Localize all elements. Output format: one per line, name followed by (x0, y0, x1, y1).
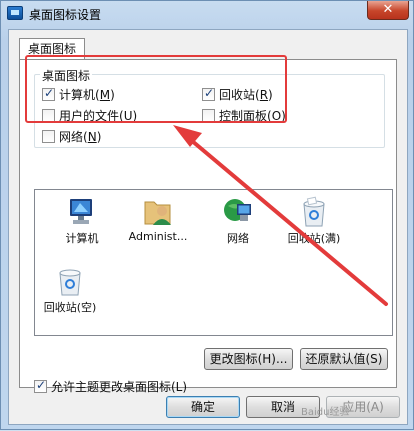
network-label: 网络 (227, 232, 249, 245)
administrator-label: Administ... (128, 230, 188, 243)
computer-icon (66, 196, 98, 228)
recycle-bin-empty-icon (54, 265, 86, 297)
checkbox-network[interactable]: 网络(N) (42, 128, 101, 145)
recycle-bin-full-label: 回收站(满) (287, 232, 341, 245)
list-item-recycle-bin-full[interactable]: 回收站(满) (279, 196, 349, 246)
checkbox-network-label: 网络 (59, 130, 84, 144)
unchecked-box-icon[interactable] (42, 130, 55, 143)
icon-list-view[interactable]: 计算机 Administ... 网络 回收站(满) 回收站(空) (34, 189, 393, 336)
list-item-administrator[interactable]: Administ... (123, 196, 193, 243)
annotation-highlight-box (25, 55, 287, 123)
window-title: 桌面图标设置 (29, 8, 102, 22)
recycle-bin-full-icon (298, 196, 330, 228)
ok-button[interactable]: 确定 (166, 396, 240, 418)
close-button[interactable]: ✕ (367, 1, 409, 20)
change-icon-button[interactable]: 更改图标(H)... (204, 348, 293, 370)
allow-themes-label: 允许主题更改桌面图标(L) (51, 380, 188, 394)
computer-label: 计算机 (65, 232, 99, 245)
recycle-bin-empty-label: 回收站(空) (43, 301, 97, 314)
checkbox-allow-themes[interactable]: 允许主题更改桌面图标(L) (34, 378, 187, 395)
check-icon[interactable] (34, 378, 47, 393)
list-item-recycle-bin-empty[interactable]: 回收站(空) (35, 265, 105, 315)
desktop-settings-icon (7, 6, 23, 20)
user-folder-icon (142, 196, 174, 228)
title-bar[interactable]: 桌面图标设置 ✕ (1, 1, 414, 27)
network-icon (222, 196, 254, 228)
checkbox-network-hotkey: N (87, 130, 97, 144)
restore-default-button[interactable]: 还原默认值(S) (300, 348, 388, 370)
list-item-network[interactable]: 网络 (203, 196, 273, 246)
list-item-computer[interactable]: 计算机 (47, 196, 117, 246)
dialog-window: 桌面图标设置 ✕ 桌面图标 桌面图标 计算机(M) 回收站(R) 用户的文件(U… (0, 0, 414, 430)
watermark: Baidu经验 (301, 407, 350, 418)
